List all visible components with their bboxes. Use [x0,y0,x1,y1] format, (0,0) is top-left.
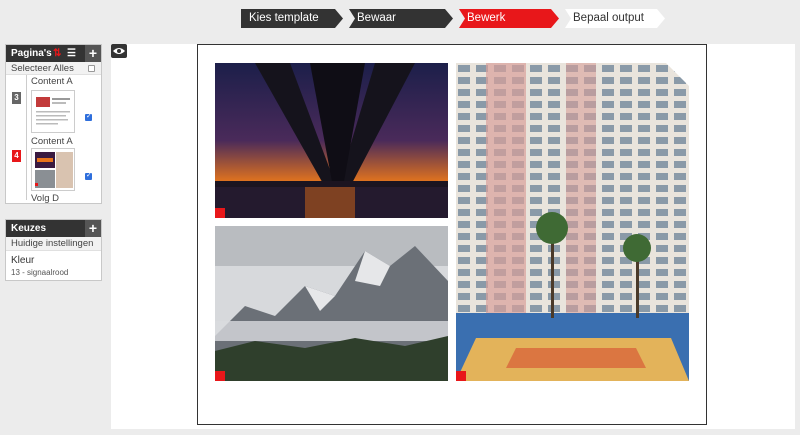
red-marker [456,371,466,381]
choices-panel: Keuzes + Huidige instellingen Kleur 13 -… [5,219,102,281]
color-label: Kleur [11,255,35,266]
tree-line [26,75,27,200]
pages-panel: Pagina's ⇅ ☰ + Selecteer Alles Content A… [5,44,102,204]
add-choice-button[interactable]: + [85,220,101,237]
page-number-badge: 3 [12,92,21,104]
preview-eye-button[interactable] [111,44,127,58]
workflow-stepper: Kies template Bewaar document Bewerk doc… [241,9,671,28]
select-all-label: Selecteer Alles [11,63,74,74]
step-choose-template[interactable]: Kies template [241,9,343,28]
add-page-button[interactable]: + [85,45,101,62]
red-marker [215,371,225,381]
page-3-checkbox[interactable] [85,112,92,121]
eye-icon [113,48,125,54]
step-determine-output[interactable]: Bepaal output [565,9,665,28]
red-marker [215,208,225,218]
document-page [197,44,707,425]
page-thumbnail-3[interactable] [31,90,75,133]
photo-building-court[interactable] [456,63,689,381]
page-label: Volg D [31,193,59,204]
page-thumbnail-4[interactable] [31,148,75,191]
page-label-top: Content A [31,76,73,87]
page-label: Content A [31,136,73,147]
current-settings-row: Huidige instellingen [6,237,101,251]
choices-panel-header: Keuzes + [6,220,101,237]
choices-panel-title: Keuzes [11,223,47,234]
sort-icon[interactable]: ⇅ [53,45,61,62]
select-all-row[interactable]: Selecteer Alles [6,62,101,75]
pages-panel-header: Pagina's ⇅ ☰ + [6,45,101,62]
page-number-badge: 4 [12,150,21,162]
step-edit-document[interactable]: Bewerk document [459,9,559,28]
list-icon[interactable]: ☰ [67,45,76,62]
photo-mountains[interactable] [215,226,448,381]
color-value[interactable]: 13 - signaalrood [6,266,101,277]
step-save-document[interactable]: Bewaar document [349,9,453,28]
photo-bridge[interactable] [215,63,448,218]
page-4-checkbox[interactable] [85,171,92,180]
select-all-checkbox[interactable] [88,65,95,72]
pages-panel-title: Pagina's [11,48,52,59]
